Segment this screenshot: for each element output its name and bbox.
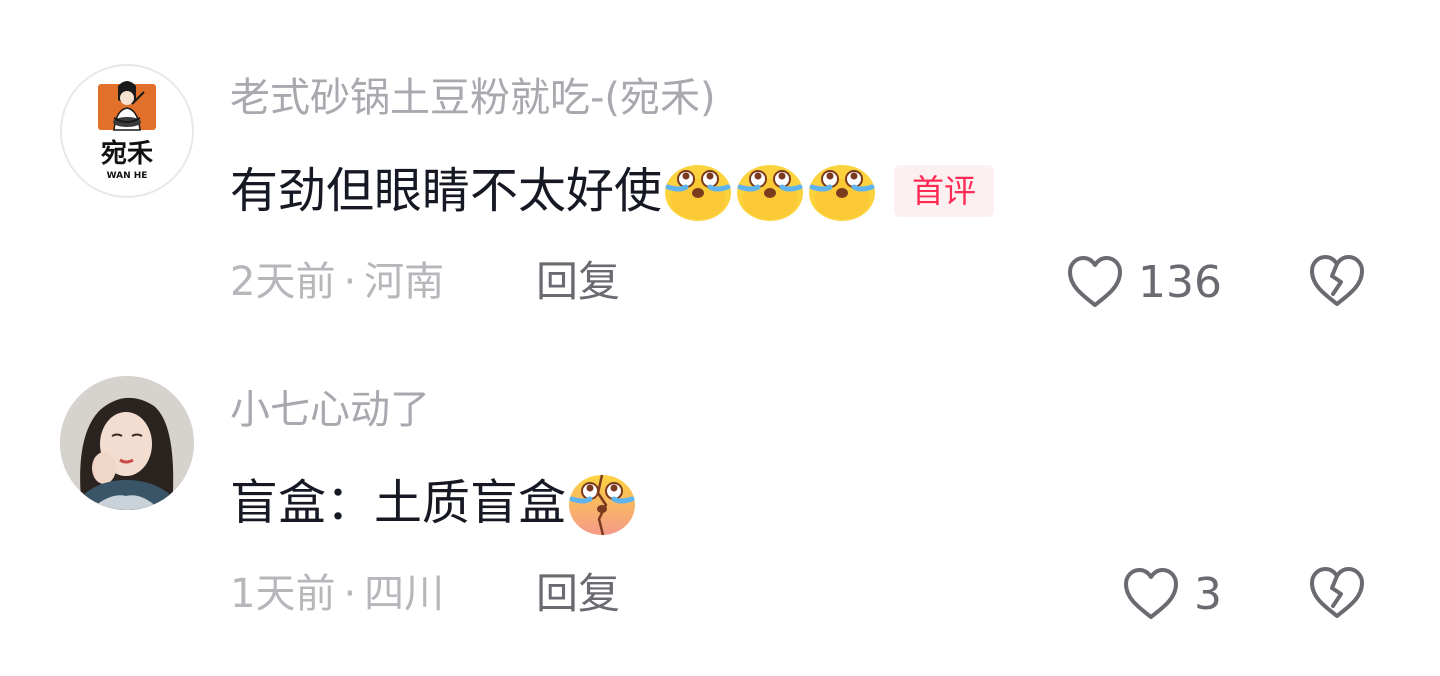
meta-separator: · [343,259,357,305]
like-button[interactable]: 3 [1120,562,1222,626]
broken-heart-icon [1310,567,1364,618]
comment-text: 有劲但眼睛不太好使 [230,163,663,219]
comment-time: 1天前 [230,571,336,617]
dislike-button[interactable] [1306,562,1368,624]
comment-content: 有劲但眼睛不太好使 首评 [230,155,995,227]
username[interactable]: 老式砂锅土豆粉就吃-(宛禾) [230,72,716,124]
crying-emoji-icon [734,155,806,227]
comment-content: 盲盒：土质盲盒 [230,468,638,538]
like-button[interactable]: 136 [1064,250,1222,314]
svg-text:宛禾: 宛禾 [101,138,153,169]
like-count: 3 [1194,568,1222,620]
heartbroken-crying-emoji-icon [566,467,638,539]
reply-button[interactable]: 回复 [536,566,620,622]
heart-outline-icon [1068,256,1122,307]
comment-meta: 2天前 · 河南 [230,254,444,310]
comment-text: 盲盒：土质盲盒 [230,475,567,531]
svg-text:WAN HE: WAN HE [107,171,148,181]
comment-item: 小七心动了 盲盒：土质盲盒 1天前 · 四川 回复 3 [0,374,1440,634]
avatar[interactable] [60,376,194,510]
meta-separator: · [343,571,357,617]
comment-item: 宛禾 WAN HE 老式砂锅土豆粉就吃-(宛禾) 有劲但眼睛不太好使 首评 2天… [0,62,1440,322]
user-photo-avatar [60,376,194,510]
comment-location: 四川 [364,571,445,617]
username[interactable]: 小七心动了 [230,384,430,436]
comment-meta: 1天前 · 四川 [230,566,444,622]
crying-emoji-icon [662,155,734,227]
like-count: 136 [1138,256,1222,308]
broken-heart-icon [1310,255,1364,306]
comment-location: 河南 [364,259,445,305]
first-comment-badge: 首评 [894,165,995,217]
heart-outline-icon [1124,568,1178,619]
wanhe-logo-icon: 宛禾 WAN HE [98,81,156,181]
reply-button[interactable]: 回复 [536,254,620,310]
comment-time: 2天前 [230,259,336,305]
crying-emoji-icon [806,155,878,227]
dislike-button[interactable] [1306,250,1368,312]
avatar[interactable]: 宛禾 WAN HE [60,64,194,198]
